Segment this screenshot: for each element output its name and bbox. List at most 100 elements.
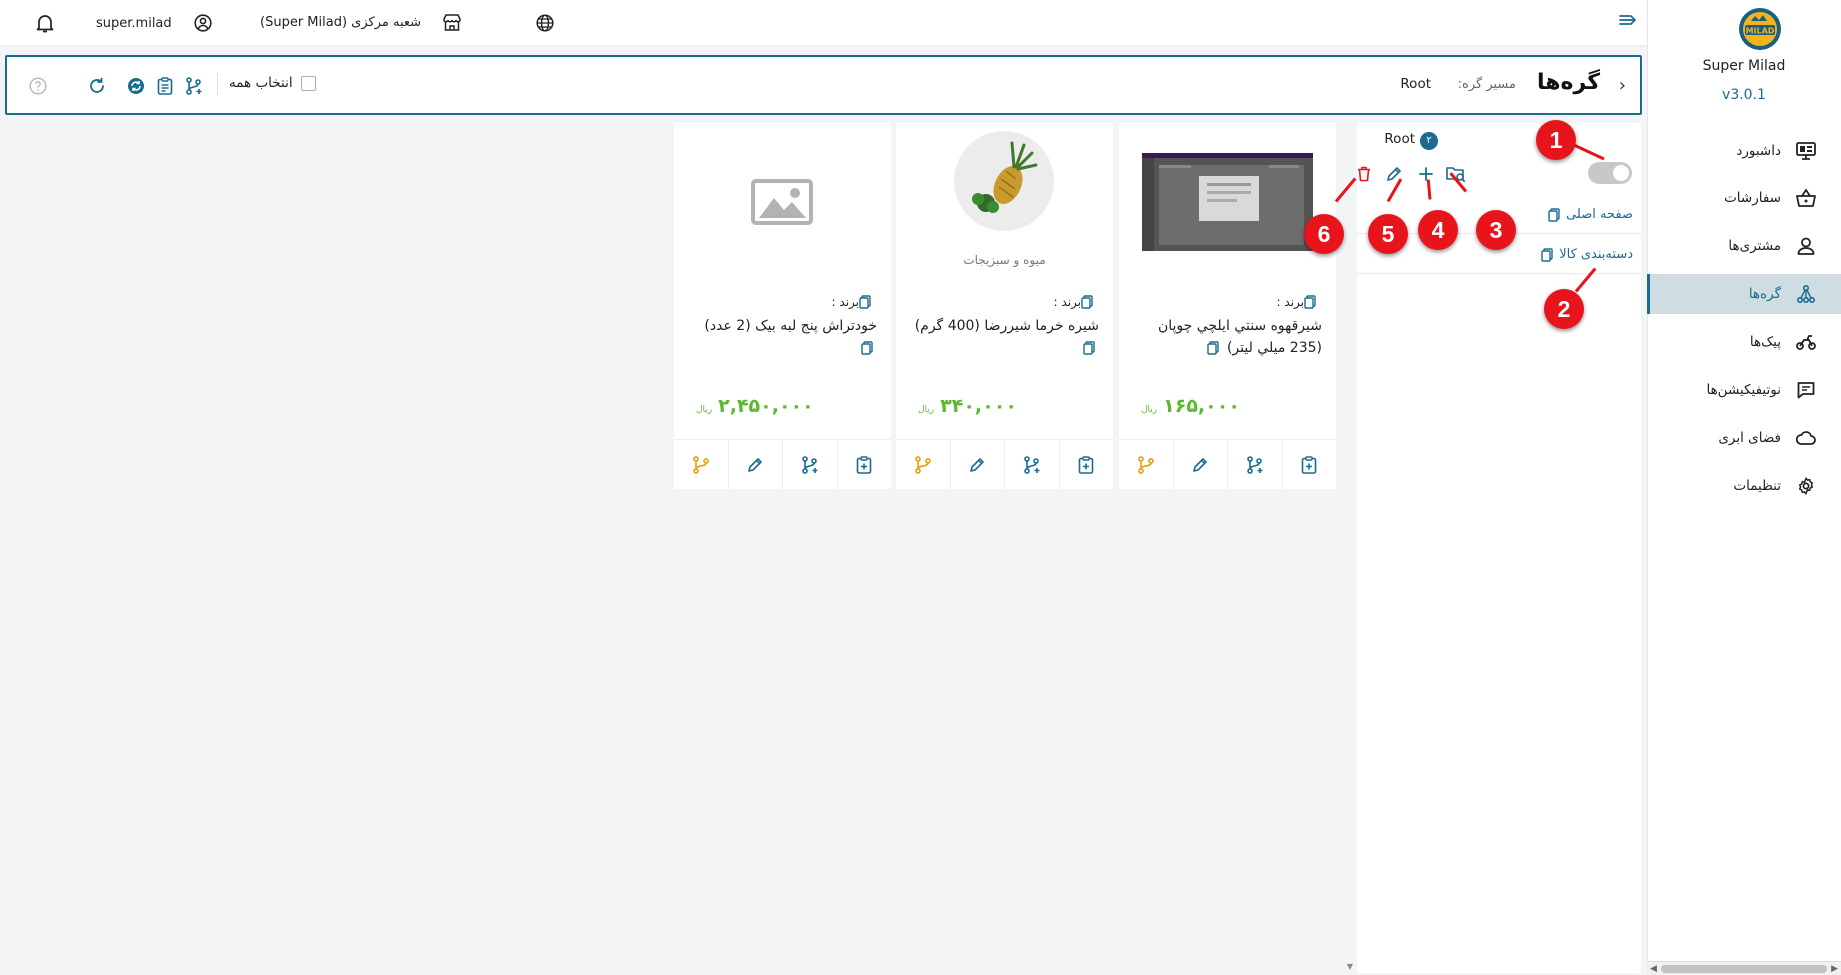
product-image — [1119, 123, 1336, 278]
language-button[interactable] — [528, 14, 554, 32]
product-name: خودتراش پنج لبه بیک (2 عدد) — [688, 315, 877, 359]
node-path-value[interactable]: Root — [1400, 76, 1431, 92]
collapse-sidebar-button[interactable] — [1611, 12, 1637, 28]
add-child-node-button[interactable] — [1005, 440, 1060, 489]
back-button[interactable]: › — [1619, 75, 1626, 96]
sidebar-scrollbar[interactable]: ◀ ▶ — [1647, 961, 1841, 975]
product-actions — [1119, 439, 1336, 489]
price-amount: ۱۶۵,۰۰۰ — [1163, 395, 1240, 417]
edit-product-button[interactable] — [1174, 440, 1228, 489]
sidebar-item-label: فضای ابری — [1718, 430, 1781, 446]
product-actions — [896, 439, 1113, 489]
bell-icon — [36, 14, 54, 33]
sidebar-item-customers[interactable]: مشتری‌ها — [1647, 226, 1841, 266]
branch-action-button[interactable] — [1119, 440, 1174, 489]
delivery-icon — [1795, 331, 1817, 353]
sidebar-item-notifications[interactable]: نوتیفیکیشن‌ها — [1647, 370, 1841, 410]
copy-icon[interactable] — [1081, 295, 1093, 309]
scrollbar-thumb[interactable] — [1661, 965, 1827, 973]
scroll-right-icon[interactable]: ▶ — [1831, 962, 1838, 975]
product-name: شیرقهوه سنتي ايلچي چوپان (235 ميلي ليتر) — [1133, 315, 1322, 359]
copy-icon[interactable] — [1206, 341, 1219, 355]
branch-action-button[interactable] — [896, 440, 951, 489]
basket-icon — [1795, 187, 1817, 209]
username: super.milad — [96, 15, 172, 31]
globe-icon — [536, 14, 554, 32]
price-currency: ریال — [918, 405, 935, 415]
sidebar-item-nodes[interactable]: گره‌ها — [1647, 274, 1841, 314]
sidebar-item-orders[interactable]: سفارشات — [1647, 178, 1841, 218]
product-name-text: شیره خرما شیررضا (400 گرم) — [914, 318, 1099, 334]
delete-node-button[interactable] — [1353, 163, 1375, 185]
add-to-clipboard-button[interactable] — [1060, 440, 1114, 489]
sidebar: MILAD Super Milad v3.0.1 داشبورد سفارشات… — [1647, 0, 1841, 975]
product-brand: برند : — [1054, 295, 1099, 309]
select-all-checkbox[interactable]: انتخاب همه — [229, 75, 316, 91]
sidebar-item-label: تنظیمات — [1733, 478, 1781, 494]
callout-badge-1: 1 — [1536, 120, 1576, 160]
copy-icon[interactable] — [1083, 341, 1095, 355]
callout-badge-5: 5 — [1368, 214, 1408, 254]
copy-icon[interactable] — [1548, 207, 1560, 222]
copy-icon[interactable] — [1541, 247, 1553, 262]
user-menu[interactable]: super.milad — [96, 14, 212, 32]
scroll-down-icon[interactable]: ▼ — [1347, 962, 1353, 971]
refresh-icon — [88, 77, 106, 95]
branch-selector[interactable]: شعبه مرکزی (Super Milad) — [260, 14, 461, 31]
sidebar-item-settings[interactable]: تنظیمات — [1647, 466, 1841, 506]
scroll-left-icon[interactable]: ◀ — [1650, 962, 1657, 975]
add-child-node-button[interactable] — [1228, 440, 1283, 489]
divider — [217, 73, 218, 95]
callout-arrow — [1334, 177, 1357, 203]
callout-badge-4: 4 — [1418, 210, 1458, 250]
message-icon — [1795, 379, 1817, 401]
refresh-button[interactable] — [86, 75, 108, 97]
app-logo: MILAD — [1738, 7, 1782, 51]
trash-icon — [1357, 166, 1371, 182]
add-node-button[interactable] — [183, 75, 205, 97]
sidebar-item-label: مشتری‌ها — [1728, 238, 1781, 254]
edit-node-button[interactable] — [1383, 163, 1405, 185]
app-version: v3.0.1 — [1722, 87, 1766, 103]
edit-product-button[interactable] — [729, 440, 783, 489]
add-to-clipboard-button[interactable] — [1283, 440, 1337, 489]
sidebar-item-cloud[interactable]: فضای ابری — [1647, 418, 1841, 458]
add-child-node-button[interactable] — [783, 440, 838, 489]
brand-label: برند : — [831, 295, 859, 309]
brand-label: برند : — [1053, 295, 1081, 309]
edit-product-button[interactable] — [951, 440, 1005, 489]
product-brand: برند : — [1277, 295, 1322, 309]
sidebar-item-label: پیک‌ها — [1749, 334, 1781, 350]
copy-icon[interactable] — [1304, 295, 1316, 309]
product-image — [674, 123, 891, 278]
product-price: ریال ۳۴۰,۰۰۰ — [918, 395, 1017, 417]
sidebar-item-label: داشبورد — [1736, 143, 1781, 159]
app-name: Super Milad — [1702, 58, 1786, 74]
product-card[interactable]: برند : خودتراش پنج لبه بیک (2 عدد) ریال … — [674, 123, 891, 489]
select-all-label: انتخاب همه — [229, 75, 293, 91]
sidebar-item-label: نوتیفیکیشن‌ها — [1706, 382, 1781, 398]
tree-root-label[interactable]: Root — [1384, 131, 1415, 147]
sidebar-item-couriers[interactable]: پیک‌ها — [1647, 322, 1841, 362]
product-card[interactable]: میوه و سبزیجات برند : شیره خرما شیررضا (… — [896, 123, 1113, 489]
checkbox-box[interactable] — [300, 75, 316, 91]
nodes-icon — [1795, 283, 1817, 305]
product-name: شیره خرما شیررضا (400 گرم) — [910, 315, 1099, 359]
tree-toggle-switch[interactable] — [1588, 162, 1632, 184]
product-card[interactable]: برند : شیرقهوه سنتي ايلچي چوپان (235 ميل… — [1119, 123, 1336, 489]
help-button[interactable] — [27, 75, 49, 97]
logo-text: MILAD — [1746, 27, 1775, 36]
sync-button[interactable] — [125, 75, 147, 97]
sidebar-item-dashboard[interactable]: داشبورد — [1647, 131, 1841, 171]
copy-icon[interactable] — [861, 341, 873, 355]
product-category: میوه و سبزیجات — [963, 253, 1046, 267]
copy-icon[interactable] — [859, 295, 871, 309]
add-to-clipboard-button[interactable] — [838, 440, 892, 489]
pencil-icon — [1192, 457, 1208, 473]
tree-item-label: صفحه اصلی — [1566, 207, 1633, 222]
branch-action-button[interactable] — [674, 440, 729, 489]
notifications-button[interactable] — [28, 14, 54, 33]
paste-button[interactable] — [154, 75, 176, 97]
node-tree-panel: Root ۲ صفحه اصلی دسته‌بندی کالا ▼ — [1347, 123, 1641, 973]
user-circle-icon — [194, 14, 212, 32]
